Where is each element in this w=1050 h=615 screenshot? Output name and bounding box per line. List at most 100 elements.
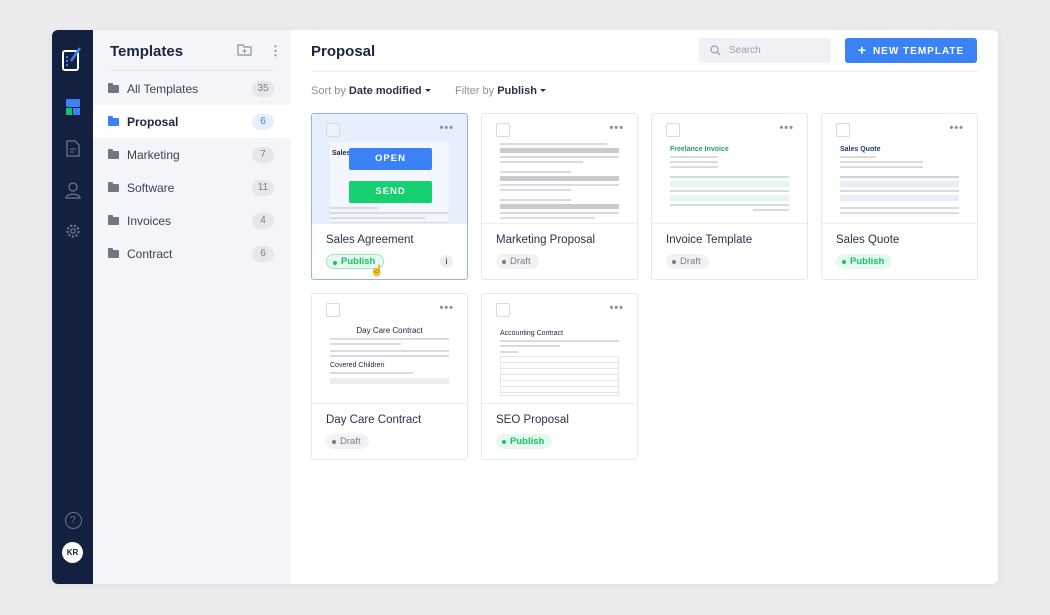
more-options-icon[interactable]: •••: [779, 122, 794, 134]
page-title: Proposal: [311, 43, 376, 60]
sort-dropdown[interactable]: Sort by Date modified: [311, 85, 431, 97]
item-label: Marketing: [127, 147, 180, 162]
status-badge: Draft: [666, 254, 709, 269]
sidebar-item-all-templates[interactable]: All Templates 35: [93, 72, 291, 105]
more-options-icon[interactable]: •••: [439, 302, 454, 314]
caret-down-icon: [539, 89, 546, 95]
status-badge: Publish: [836, 254, 893, 269]
more-vertical-icon[interactable]: ⋮: [269, 43, 282, 59]
template-preview: •••: [482, 114, 637, 224]
template-card[interactable]: Freelance Invoice ••• Invoice Template D…: [651, 113, 808, 280]
folder-icon: [108, 247, 119, 258]
sidebar-item-software[interactable]: Software 11: [93, 171, 291, 204]
user-icon[interactable]: [63, 180, 83, 200]
select-checkbox[interactable]: [836, 123, 850, 137]
status-badge: Draft: [496, 254, 539, 269]
more-options-icon[interactable]: •••: [439, 122, 454, 134]
thumbnail-title: Day Care Contract: [356, 326, 423, 335]
sidebar-item-contract[interactable]: Contract 6: [93, 237, 291, 270]
document-thumbnail: [500, 140, 619, 223]
template-name: Sales Quote: [836, 234, 900, 246]
settings-gear-icon[interactable]: [63, 221, 83, 241]
template-preview: Sales A ••• OPEN SEND: [312, 114, 467, 224]
button-label: NEW TEMPLATE: [872, 46, 965, 57]
plus-icon: +: [857, 42, 867, 58]
item-count: 7: [252, 146, 274, 163]
select-checkbox[interactable]: [326, 303, 340, 317]
templates-nav-icon[interactable]: [63, 97, 83, 117]
folder-icon: [108, 214, 119, 225]
send-button[interactable]: SEND: [349, 181, 432, 203]
item-count: 11: [252, 179, 274, 196]
thumbnail-title: Sales Quote: [840, 146, 881, 153]
folder-icon: [108, 181, 119, 192]
divider: [110, 70, 274, 71]
status-badge: Publish: [496, 434, 553, 449]
main-content: Proposal Search + NEW TEMPLATE Sort by Da…: [291, 30, 998, 584]
search-icon: [710, 45, 721, 56]
info-icon[interactable]: i: [440, 255, 453, 268]
select-checkbox[interactable]: [496, 123, 510, 137]
item-count: 4: [252, 212, 274, 229]
app-logo-icon: [61, 46, 83, 72]
folder-icon: [108, 115, 119, 126]
nav-rail: ? KR: [52, 30, 93, 584]
filter-dropdown[interactable]: Filter by Publish: [455, 85, 546, 97]
new-template-button[interactable]: + NEW TEMPLATE: [845, 38, 977, 63]
select-checkbox[interactable]: [496, 303, 510, 317]
sort-label: Sort by: [311, 85, 346, 97]
filter-label: Filter by: [455, 85, 495, 97]
template-name: Marketing Proposal: [496, 234, 596, 246]
more-options-icon[interactable]: •••: [609, 302, 624, 314]
template-name: Day Care Contract: [326, 414, 422, 426]
template-preview: Day Care Contract Covered Children •••: [312, 294, 467, 404]
document-thumbnail: Freelance Invoice: [670, 146, 789, 223]
document-thumbnail: Day Care Contract Covered Children: [330, 326, 449, 403]
item-label: Proposal: [127, 114, 179, 129]
help-icon[interactable]: ?: [63, 510, 83, 530]
caret-down-icon: [424, 89, 431, 95]
item-count: 6: [252, 113, 274, 130]
search-input[interactable]: Search: [699, 38, 831, 63]
item-label: Invoices: [127, 213, 172, 228]
more-options-icon[interactable]: •••: [609, 122, 624, 134]
template-preview: Accounting Contract •••: [482, 294, 637, 404]
select-checkbox[interactable]: [326, 123, 340, 137]
filter-value: Publish: [497, 85, 537, 97]
template-card[interactable]: ••• Marketing Proposal Draft: [481, 113, 638, 280]
thumbnail-title: Freelance Invoice: [670, 146, 729, 153]
template-card[interactable]: Sales A ••• OPEN SEND Sales Agreement Pu…: [311, 113, 468, 280]
template-card[interactable]: Accounting Contract ••• SEO Proposal Pub…: [481, 293, 638, 460]
sidebar-item-proposal[interactable]: Proposal 6: [93, 105, 291, 138]
sidebar: Templates ⋮ All Templates 35 Proposal 6 Ma…: [93, 30, 291, 584]
template-card[interactable]: Day Care Contract Covered Children ••• D…: [311, 293, 468, 460]
hand-cursor-icon: ☝: [370, 265, 384, 277]
avatar[interactable]: KR: [62, 542, 83, 563]
template-name: SEO Proposal: [496, 414, 569, 426]
item-label: Software: [127, 180, 175, 195]
template-preview: Sales Quote •••: [822, 114, 977, 224]
item-count: 35: [252, 80, 274, 97]
item-count: 6: [252, 245, 274, 262]
status-badge: Draft: [326, 434, 369, 449]
search-placeholder: Search: [729, 45, 761, 56]
template-card[interactable]: Sales Quote ••• Sales Quote Publish: [821, 113, 978, 280]
document-thumbnail: Accounting Contract: [500, 330, 619, 403]
thumbnail-title: Accounting Contract: [500, 330, 564, 337]
sidebar-item-marketing[interactable]: Marketing 7: [93, 138, 291, 171]
template-preview: Freelance Invoice •••: [652, 114, 807, 224]
item-label: Contract: [127, 246, 173, 261]
select-checkbox[interactable]: [666, 123, 680, 137]
thumbnail-subtitle: Covered Children: [330, 362, 385, 369]
divider: [311, 71, 978, 72]
sidebar-title: Templates: [110, 43, 184, 60]
sidebar-item-invoices[interactable]: Invoices 4: [93, 204, 291, 237]
app-window: ? KR Templates ⋮ All Templates 35 Proposa…: [52, 30, 998, 584]
folder-icon: [108, 148, 119, 159]
more-options-icon[interactable]: •••: [949, 122, 964, 134]
folder-icon: [108, 82, 119, 93]
document-icon[interactable]: [63, 138, 83, 158]
template-name: Invoice Template: [666, 234, 753, 246]
open-button[interactable]: OPEN: [349, 148, 432, 170]
new-folder-icon[interactable]: [237, 43, 252, 59]
